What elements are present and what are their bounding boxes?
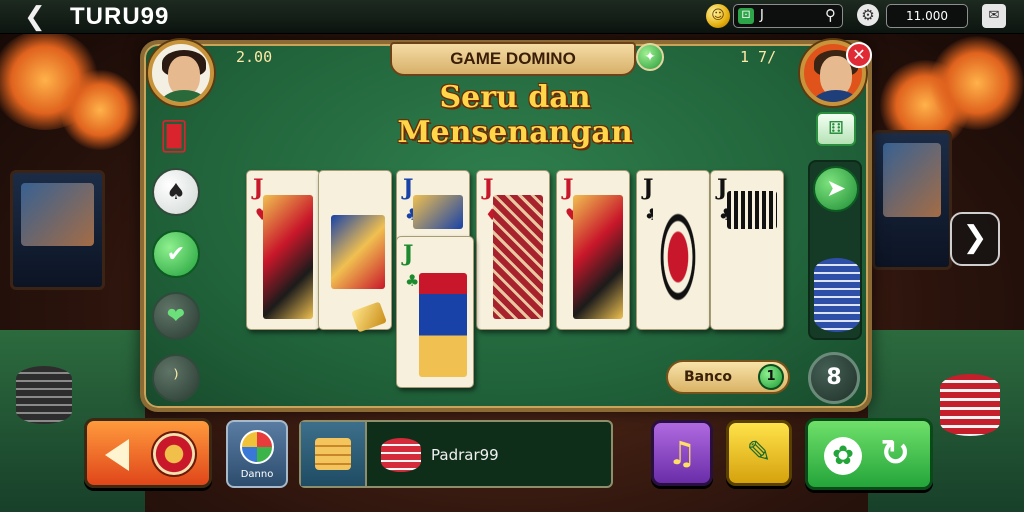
game-subtitle: Seru dan Mensenangan: [397, 80, 633, 150]
card-rank: J: [643, 175, 654, 201]
bonus-count: 1: [758, 364, 784, 390]
player-info-panel: Padrar99: [299, 420, 613, 488]
bonus-label: Banco: [684, 369, 733, 385]
card-rank: J: [403, 241, 414, 267]
arrow-right-button[interactable]: ➤: [813, 166, 859, 212]
card-rank: J: [403, 175, 414, 201]
undo-icon: ↻: [880, 433, 911, 474]
chip-stack-decoration: [16, 366, 72, 424]
star-badge-icon[interactable]: ✦: [636, 43, 664, 71]
close-icon[interactable]: ✕: [846, 42, 872, 68]
emoji-icon[interactable]: ❤: [152, 292, 200, 340]
coin-icon[interactable]: ☺: [706, 4, 730, 28]
domino-label: Danno: [240, 469, 274, 480]
score-left: 2.00: [236, 48, 273, 66]
round-indicator[interactable]: 8: [808, 352, 860, 404]
card-rank: J: [563, 175, 574, 201]
chip-stack-decoration: [940, 374, 1000, 436]
search-icon[interactable]: ⚲: [825, 6, 836, 24]
edit-button[interactable]: ✎: [726, 420, 792, 486]
cake-icon: [315, 438, 351, 470]
player-name: Padrar99: [431, 446, 499, 464]
domino-button[interactable]: Danno: [226, 420, 288, 488]
playing-card[interactable]: J ♣: [636, 170, 710, 330]
chip-stack-icon[interactable]: [814, 258, 860, 332]
sevens-icon[interactable]: ⁾: [152, 354, 200, 402]
chip-icon: [381, 438, 421, 472]
gear-icon[interactable]: ⚙: [857, 4, 879, 26]
triangle-left-icon: [105, 439, 129, 471]
card-rank: J: [717, 175, 728, 201]
lantern-decoration: [60, 70, 140, 150]
dice-icon: ⚀: [738, 8, 754, 24]
game-title-banner: GAME DOMINO: [390, 42, 636, 76]
lantern-decoration: [930, 36, 1024, 130]
thumb-up-icon[interactable]: ✔: [152, 230, 200, 278]
bonus-pill[interactable]: Banco 1: [666, 360, 790, 394]
playing-card[interactable]: J ♣: [710, 170, 784, 330]
card-rank: J: [253, 175, 264, 201]
chevron-right-icon[interactable]: ❯: [950, 212, 1000, 266]
playing-card[interactable]: J ♥: [246, 170, 320, 330]
playing-card-selected[interactable]: J ♣: [396, 236, 474, 388]
cards-deck-icon[interactable]: 🂠: [150, 112, 198, 160]
card-suit: ♣: [405, 271, 420, 290]
slot-machine-decoration: [872, 130, 952, 270]
play-back-button[interactable]: [84, 418, 212, 488]
chip-icon: [151, 431, 197, 477]
chat-icon[interactable]: ✉: [982, 4, 1006, 28]
cake-icon-box: [301, 422, 367, 486]
wheel-icon: [240, 430, 274, 464]
top-bar: ❮ TURU99 ☺ ⚀ J ⚲ ⚙ 11.000 ✉: [0, 0, 1024, 34]
back-arrow-icon[interactable]: ❮: [24, 3, 52, 31]
playing-card[interactable]: J ♥: [556, 170, 630, 330]
action-button[interactable]: ✿ ↻: [805, 418, 933, 490]
balance-value: J: [760, 8, 764, 23]
player-avatar-left[interactable]: [148, 40, 214, 106]
balance-field[interactable]: ⚀ J ⚲: [733, 4, 843, 28]
brand-logo: TURU99: [70, 3, 170, 30]
dice-icon[interactable]: ⚅: [816, 112, 856, 146]
music-button[interactable]: ♫: [651, 420, 713, 486]
slot-machine-decoration: [10, 170, 105, 290]
card-rank: J: [483, 175, 494, 201]
flower-icon: ✿: [824, 437, 862, 475]
hand-cards-icon[interactable]: ♠: [152, 168, 200, 216]
score-right: 1 7/: [740, 48, 777, 66]
chips-total: 11.000: [886, 4, 968, 28]
playing-card[interactable]: J ♦: [476, 170, 550, 330]
